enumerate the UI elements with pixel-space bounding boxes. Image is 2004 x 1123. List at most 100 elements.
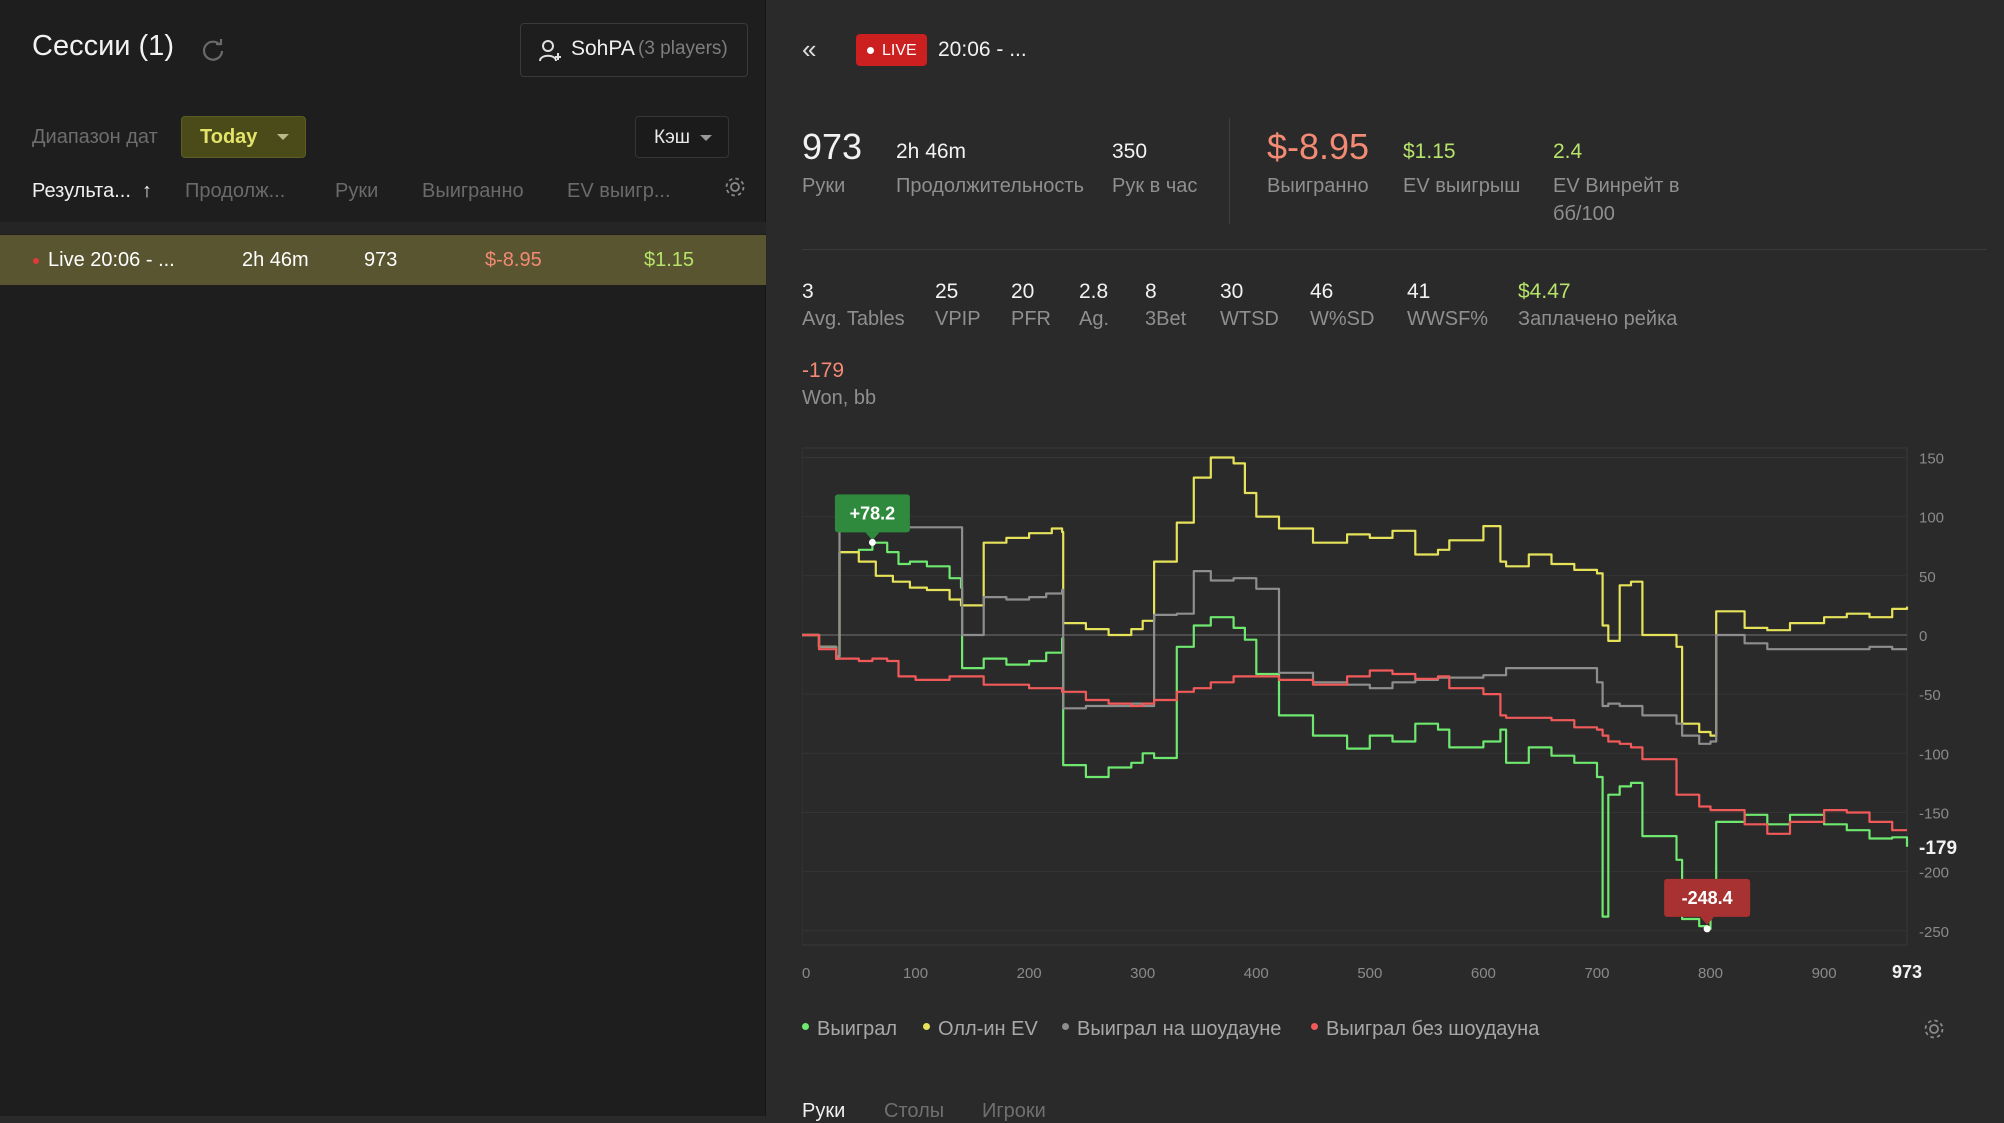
session-ev-won: $1.15 [644, 249, 695, 271]
session-name: Live 20:06 - ... [48, 249, 175, 271]
stat-rake-label: Заплачено рейка [1518, 308, 1678, 330]
session-duration: 2h 46m [242, 249, 309, 271]
column-settings-gear-icon[interactable] [722, 174, 748, 200]
caret-down-icon [277, 134, 289, 140]
x-tick-label: 400 [1244, 965, 1269, 982]
stat-avg-tables-value: 3 [802, 280, 814, 303]
x-tick-label: 600 [1471, 965, 1496, 982]
session-results-chart[interactable]: 150100500-50-100-150-200-2500 100 200 300 40… [802, 440, 1987, 1000]
legend-item-showdown[interactable]: Выиграл на шоудауне [1062, 1018, 1281, 1041]
stat-rake-value: $4.47 [1518, 280, 1571, 303]
stat-ev-winrate-label-unit: бб/100 [1553, 203, 1615, 225]
legend-label: Выиграл [817, 1018, 898, 1040]
legend-label: Выиграл на шоудауне [1077, 1018, 1282, 1040]
stat-ev-won-value: $1.15 [1403, 140, 1456, 163]
x-tick-label: 900 [1812, 965, 1837, 982]
x-end-label: 973 [1892, 962, 1922, 982]
annotation-pointer [1700, 916, 1715, 925]
legend-item-allin-ev[interactable]: Олл-ин EV [923, 1018, 1038, 1041]
sessions-panel: Сессии (1) SohPA (3 players) Диапазон да… [0, 0, 766, 1116]
live-badge-text: LIVE [882, 42, 917, 59]
stat-hands-per-hour-value: 350 [1112, 140, 1148, 163]
stat-vpip-value: 25 [935, 280, 959, 303]
column-header-result[interactable]: Результа... [32, 180, 131, 203]
stat-aggression-value: 2.8 [1079, 280, 1109, 303]
stat-duration-value: 2h 46m [896, 140, 967, 163]
y-tick-label: 0 [1919, 628, 1927, 645]
session-hands: 973 [364, 249, 398, 271]
stat-vpip-label: VPIP [935, 308, 981, 330]
y-tick-label: 100 [1919, 510, 1944, 527]
stat-3bet-label: 3Bet [1145, 308, 1187, 330]
stat-wsd-value: 46 [1310, 280, 1334, 303]
end-value-label: -179 [1919, 838, 1957, 859]
game-type-dropdown[interactable]: Кэш [635, 116, 729, 158]
tab-hands[interactable]: Руки [802, 1100, 845, 1123]
x-tick-label: 0 [802, 965, 810, 982]
stat-wsd-label: W%SD [1310, 308, 1375, 330]
legend-dot-icon [923, 1023, 930, 1031]
game-type-value: Кэш [654, 127, 691, 148]
x-tick-label: 300 [1130, 965, 1155, 982]
x-tick-label: 200 [1017, 965, 1042, 982]
date-range-value: Today [200, 126, 258, 148]
stat-won-label: Выигранно [1267, 175, 1369, 197]
legend-dot-icon [1062, 1023, 1069, 1031]
date-range-label: Диапазон дат [32, 126, 158, 148]
caret-down-icon [700, 135, 712, 141]
x-tick-label: 700 [1584, 965, 1609, 982]
y-tick-label: -100 [1919, 746, 1949, 763]
stat-hands-label: Руки [802, 175, 846, 197]
annotation-label: -248.4 [1682, 888, 1733, 908]
annotation-marker [1703, 925, 1711, 933]
annotation-label: +78.2 [850, 503, 896, 523]
live-badge: LIVE [856, 34, 927, 66]
stat-won-value: $-8.95 [1267, 126, 1370, 167]
legend-dot-icon [1311, 1023, 1318, 1031]
y-tick-label: -150 [1919, 805, 1949, 822]
player-selector-button[interactable]: SohPA (3 players) [520, 23, 748, 77]
stat-ev-winrate-value: 2.4 [1553, 140, 1583, 163]
column-header-ev-won[interactable]: EV выигр... [567, 180, 671, 203]
legend-label: Олл-ин EV [938, 1018, 1038, 1040]
stat-aggression-label: Ag. [1079, 308, 1110, 330]
chart-plot-border [802, 447, 1908, 946]
live-dot-icon [33, 258, 39, 264]
stats-horizontal-divider [802, 249, 1987, 250]
series-line-0 [802, 541, 1909, 930]
annotation-marker [868, 538, 876, 546]
live-dot-icon [867, 47, 874, 54]
tab-players[interactable]: Игроки [982, 1100, 1046, 1123]
chart-settings-gear-icon[interactable] [1921, 1016, 1947, 1042]
stat-wwsf-label: WWSF% [1407, 308, 1489, 330]
stat-hands-value: 973 [802, 126, 863, 167]
series-line-3 [802, 633, 1907, 835]
stat-ev-won-label: EV выигрыш [1403, 175, 1521, 197]
date-range-dropdown[interactable]: Today [181, 116, 306, 158]
won-bb-value: -179 [802, 359, 845, 382]
stat-pfr-value: 20 [1011, 280, 1035, 303]
collapse-back-icon[interactable]: « [802, 34, 816, 65]
column-header-won[interactable]: Выигранно [422, 180, 524, 203]
sort-ascending-icon[interactable]: ↑ [142, 180, 152, 203]
column-header-duration[interactable]: Продолж... [185, 180, 285, 203]
player-count: (3 players) [638, 38, 728, 59]
column-header-hands[interactable]: Руки [335, 180, 378, 203]
legend-item-won[interactable]: Выиграл [802, 1018, 897, 1041]
session-detail-panel: « LIVE 20:06 - ... 973 Руки 2h 46m Продо… [767, 0, 2004, 1122]
session-row[interactable]: Live 20:06 - ... 2h 46m 973 $-8.95 $1.15 [0, 235, 766, 285]
stat-duration-label: Продолжительность [896, 175, 1084, 197]
x-tick-label: 100 [903, 965, 928, 982]
won-bb-label: Won, bb [802, 387, 877, 409]
legend-item-no-showdown[interactable]: Выиграл без шоудауна [1311, 1018, 1539, 1041]
stat-hands-per-hour-label: Рук в час [1112, 175, 1198, 197]
legend-label: Выиграл без шоудауна [1326, 1018, 1540, 1040]
stat-ev-winrate-label: EV Винрейт в [1553, 175, 1680, 197]
user-icon [539, 40, 561, 62]
y-tick-label: -200 [1919, 865, 1949, 882]
stats-divider [1229, 118, 1230, 224]
refresh-icon[interactable] [198, 36, 228, 66]
stat-3bet-value: 8 [1145, 280, 1157, 303]
tab-tables[interactable]: Столы [884, 1100, 944, 1123]
sessions-title: Сессии (1) [32, 30, 174, 62]
